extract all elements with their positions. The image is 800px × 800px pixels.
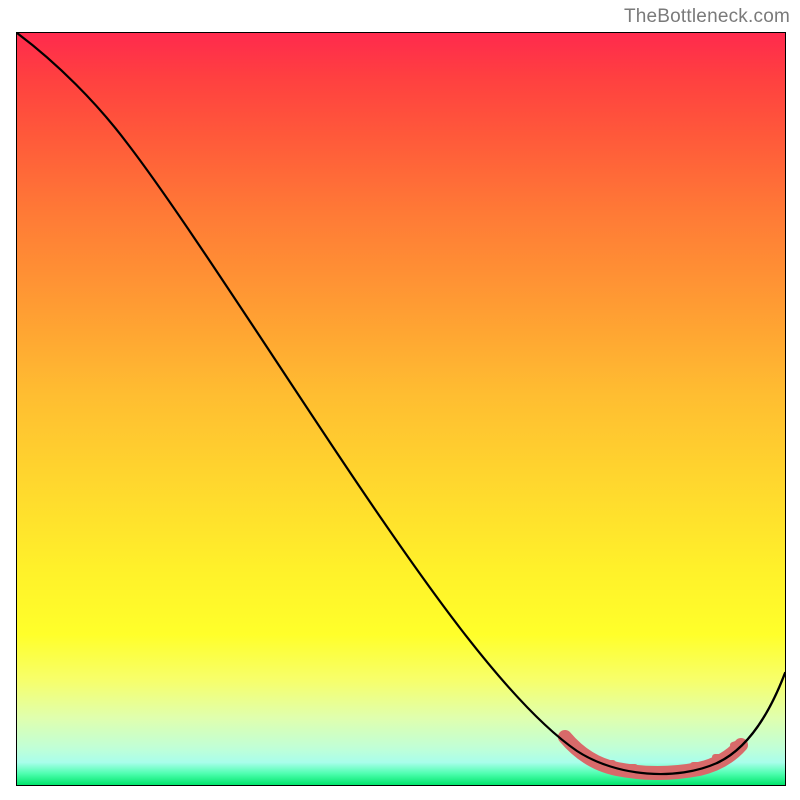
curve-layer — [17, 33, 785, 785]
plot-area — [16, 32, 786, 786]
attribution-label: TheBottleneck.com — [624, 6, 790, 28]
bottleneck-curve — [17, 33, 785, 774]
chart-container: TheBottleneck.com — [0, 0, 800, 800]
